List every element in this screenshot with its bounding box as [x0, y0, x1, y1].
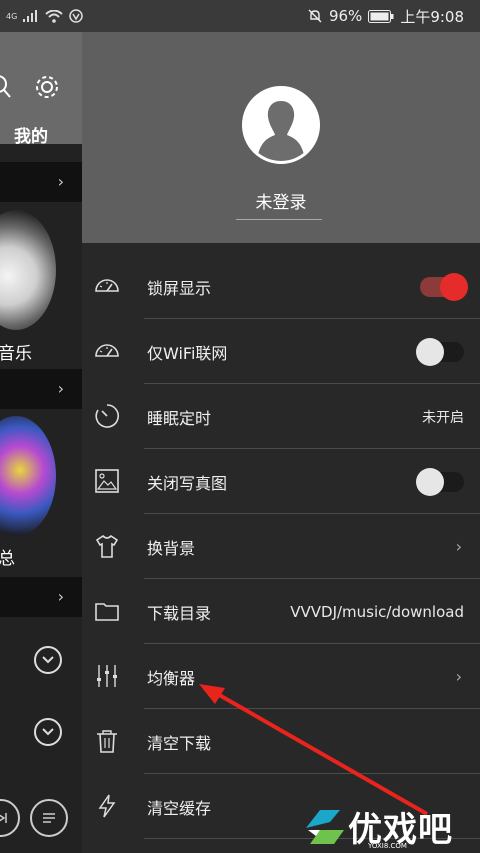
battery-icon: [368, 9, 394, 23]
bg-card-label: 总: [0, 549, 15, 569]
chevron-down-icon: [42, 656, 54, 664]
battery-percent: 96%: [328, 7, 363, 25]
watermark-domain: YOXI8.COM: [368, 842, 407, 850]
gauge-icon: [95, 344, 119, 357]
menu-item-download-folder[interactable]: 下载目录 VVVDJ/music/download: [82, 579, 480, 644]
expand-button[interactable]: [34, 718, 62, 746]
bg-row[interactable]: ›: [0, 162, 82, 202]
close-photos-toggle[interactable]: [416, 467, 464, 496]
menu-item-label: 换背景: [147, 538, 196, 558]
equalizer-icon: [97, 665, 117, 687]
brand-logo-icon: [306, 810, 344, 844]
menu-item-lockscreen[interactable]: 锁屏显示: [82, 254, 480, 319]
toggle-knob: [440, 272, 468, 301]
chevron-right-icon: ›: [57, 172, 64, 191]
list-icon: [43, 813, 55, 823]
next-button[interactable]: [0, 799, 20, 837]
chevron-right-icon: ›: [57, 587, 64, 606]
background-page: 我的 › 音乐 › 总 ›: [0, 32, 82, 853]
menu-item-close-photos[interactable]: 关闭写真图: [82, 449, 480, 514]
clock: 上午9:08: [400, 7, 464, 26]
album-cover[interactable]: [0, 416, 56, 536]
player-controls: [0, 799, 68, 837]
login-underline: [236, 219, 322, 220]
user-silhouette-icon: [245, 89, 317, 161]
chevron-right-icon: ›: [455, 537, 462, 556]
menu-item-label: 仅WiFi联网: [147, 343, 228, 363]
menu-item-change-background[interactable]: 换背景 ›: [82, 514, 480, 579]
network-label: 4G: [6, 11, 18, 21]
tshirt-icon: [95, 534, 119, 558]
playlist-button[interactable]: [30, 799, 68, 837]
lightning-icon: [98, 794, 116, 818]
menu-item-label: 锁屏显示: [147, 278, 212, 298]
expand-button[interactable]: [34, 646, 62, 674]
status-right: 96% 上午9:08: [307, 6, 464, 27]
wifi-only-toggle[interactable]: [416, 337, 464, 366]
next-icon: [0, 813, 7, 823]
chevron-down-icon: [42, 728, 54, 736]
status-bar: 4G 96% 上午9:08: [0, 0, 480, 32]
bg-row[interactable]: ›: [0, 369, 82, 409]
avatar[interactable]: [242, 86, 320, 164]
status-left: 4G: [6, 9, 84, 23]
bg-card-label: 音乐: [0, 344, 32, 364]
signal-icon: [23, 10, 38, 22]
album-cover[interactable]: [0, 210, 56, 330]
gear-icon[interactable]: [34, 74, 60, 100]
toggle-knob: [416, 467, 444, 496]
menu-item-label: 下载目录: [147, 603, 212, 623]
chevron-right-icon: ›: [455, 667, 462, 686]
mute-bell-icon: [308, 9, 322, 23]
search-icon[interactable]: [0, 74, 14, 100]
folder-icon: [95, 603, 119, 621]
image-icon: [95, 469, 119, 493]
lockscreen-toggle[interactable]: [420, 272, 468, 301]
drawer-header: 未登录: [82, 32, 480, 243]
sleep-timer-value: 未开启: [422, 409, 464, 426]
bg-topbar: 我的: [0, 32, 82, 147]
tab-mine[interactable]: 我的: [14, 122, 48, 147]
bg-row[interactable]: ›: [0, 577, 82, 617]
login-status[interactable]: 未登录: [82, 188, 480, 213]
menu-item-label: 睡眠定时: [147, 408, 212, 428]
app-notification-icon: [69, 9, 84, 23]
toggle-knob: [416, 337, 444, 366]
trash-icon: [97, 730, 117, 753]
chevron-right-icon: ›: [57, 379, 64, 398]
gauge-icon: [95, 279, 119, 292]
menu-item-label: 均衡器: [147, 668, 196, 688]
annotation-arrow-icon: [199, 684, 428, 816]
watermark: 优戏吧 YOXI8.COM: [300, 800, 480, 853]
wifi-icon: [45, 9, 63, 23]
menu-item-label: 关闭写真图: [147, 473, 228, 493]
menu-item-wifi-only[interactable]: 仅WiFi联网: [82, 319, 480, 384]
download-folder-path: VVVDJ/music/download: [290, 602, 464, 621]
timer-icon: [95, 404, 119, 428]
menu-item-sleep-timer[interactable]: 睡眠定时 未开启: [82, 384, 480, 449]
